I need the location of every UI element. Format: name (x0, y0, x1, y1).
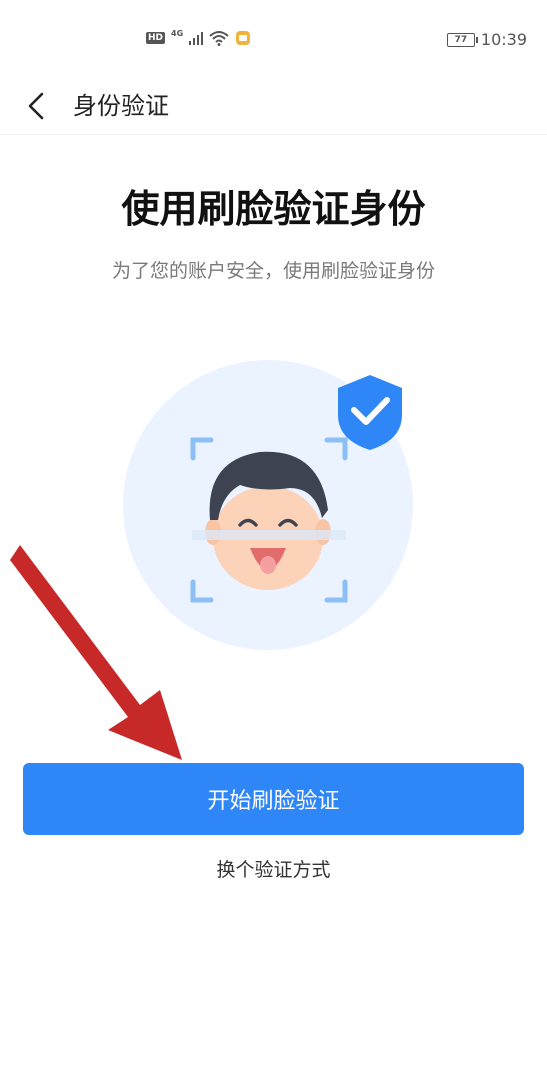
start-button-label: 开始刷脸验证 (207, 789, 340, 814)
main-heading: 使用刷脸验证身份 (121, 187, 426, 231)
page-title: 身份验证 (73, 92, 169, 120)
notification-app-icon (236, 31, 251, 45)
switch-verification-method-link[interactable]: 换个验证方式 (0, 855, 547, 882)
status-right: 77 10:39 (446, 30, 527, 49)
face-illustration (100, 360, 440, 690)
start-face-verification-button[interactable]: 开始刷脸验证 (23, 763, 524, 835)
app-header: 身份验证 (0, 78, 547, 135)
battery-level: 77 (454, 34, 468, 45)
status-bar: HD 4G 77 10:39 (0, 0, 547, 78)
clock: 10:39 (480, 30, 527, 49)
signal-icon (189, 32, 204, 45)
network-type-label: 4G (171, 28, 184, 38)
battery-icon: 77 (446, 32, 478, 47)
chevron-left-icon (28, 92, 44, 120)
wifi-icon (209, 31, 229, 46)
hd-badge: HD (146, 32, 166, 44)
face-scan-icon (123, 360, 413, 650)
back-button[interactable] (20, 84, 60, 128)
subtitle: 为了您的账户安全，使用刷脸验证身份 (111, 260, 435, 282)
status-icons: HD 4G (146, 28, 251, 46)
